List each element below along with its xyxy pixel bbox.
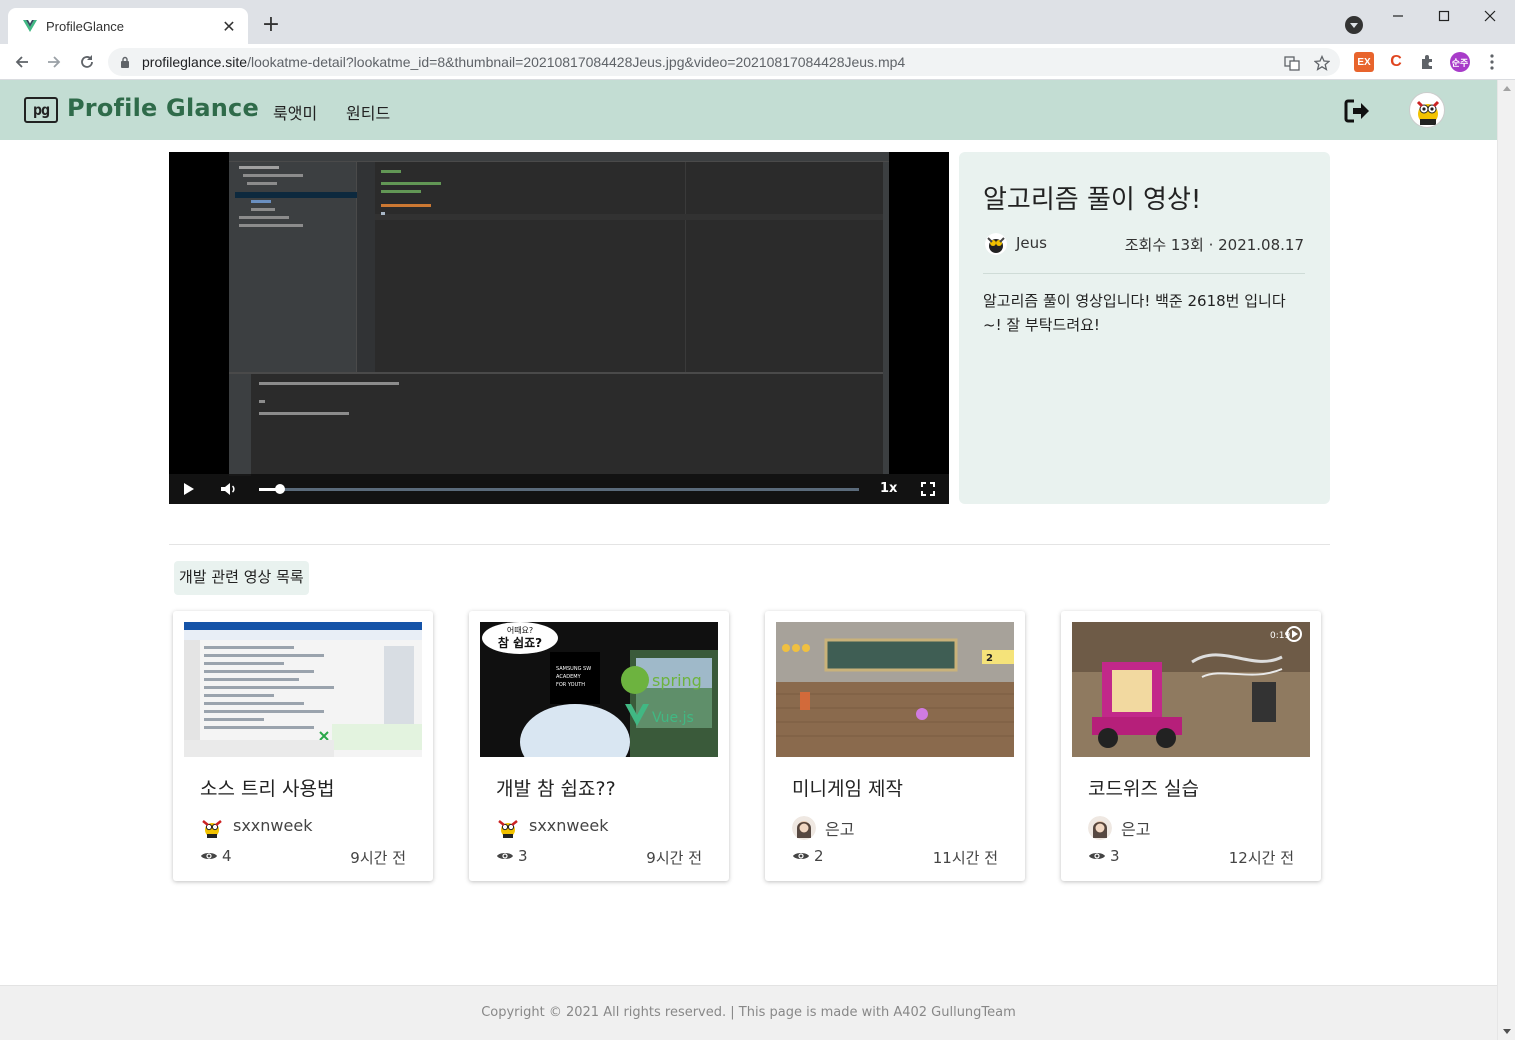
logo-text[interactable]: Profile Glance xyxy=(67,94,259,122)
logo-mark[interactable]: pg xyxy=(24,97,58,123)
video-card[interactable]: 2 미니게임 제작 은고 2 11시간 전 xyxy=(765,611,1025,881)
site-header: pg Profile Glance 룩앳미 원티드 xyxy=(0,80,1497,140)
card-author-avatar xyxy=(200,816,224,840)
forward-arrow-icon[interactable] xyxy=(42,50,66,74)
related-heading: 개발 관련 영상 목록 xyxy=(174,561,309,595)
extension-ex-icon[interactable]: EX xyxy=(1354,52,1374,72)
reload-icon[interactable] xyxy=(75,50,99,74)
star-icon[interactable] xyxy=(1314,55,1330,71)
footer-copyright: Copyright © 2021 All rights reserved. | … xyxy=(481,1005,1016,1020)
eye-icon xyxy=(1089,853,1105,859)
progress-bar[interactable] xyxy=(259,484,859,494)
eye-icon xyxy=(497,853,513,859)
tab-title: ProfileGlance xyxy=(46,18,125,34)
progress-handle[interactable] xyxy=(275,484,285,494)
page-scrollbar[interactable] xyxy=(1497,80,1515,1040)
video-card[interactable]: 소스 트리 사용법 sxxnweek 4 9시간 전 xyxy=(173,611,433,881)
nav-wanted[interactable]: 원티드 xyxy=(346,100,390,124)
card-time: 11시간 전 xyxy=(932,849,998,867)
card-views: 4 xyxy=(222,847,232,865)
video-title: 알고리즘 풀이 영상! xyxy=(983,185,1202,215)
video-thumbnail[interactable]: 2 xyxy=(776,622,1014,757)
new-tab-button[interactable]: + xyxy=(258,12,284,38)
svg-text:Vue.js: Vue.js xyxy=(652,710,694,726)
svg-text:ACADEMY: ACADEMY xyxy=(556,674,582,680)
address-bar[interactable]: profileglance.site/lookatme-detail?looka… xyxy=(108,48,1340,76)
author-avatar[interactable] xyxy=(985,233,1007,255)
nav-lookatme[interactable]: 룩앳미 xyxy=(273,100,317,124)
card-views: 2 xyxy=(814,847,824,865)
svg-text:어때요?: 어때요? xyxy=(507,625,533,635)
back-arrow-icon[interactable] xyxy=(10,50,34,74)
card-title[interactable]: 코드위즈 실습 xyxy=(1088,774,1199,801)
card-time: 9시간 전 xyxy=(646,849,702,867)
divider xyxy=(983,273,1305,274)
video-card[interactable]: 어때요? 참 쉽죠? SAMSUNG SW ACADEMY FOR YOUTH … xyxy=(469,611,729,881)
card-views: 3 xyxy=(518,847,528,865)
svg-text:2: 2 xyxy=(986,653,993,664)
scroll-down-icon[interactable] xyxy=(1503,1029,1511,1034)
eye-icon xyxy=(201,853,217,859)
browser-toolbar: profileglance.site/lookatme-detail?looka… xyxy=(0,44,1515,80)
profile-badge-icon[interactable]: 순주 xyxy=(1450,52,1470,72)
translate-icon[interactable] xyxy=(1284,55,1300,71)
card-views: 3 xyxy=(1110,847,1120,865)
close-window-button[interactable] xyxy=(1467,0,1513,32)
puzzle-icon[interactable] xyxy=(1418,52,1438,72)
video-info-panel: 알고리즘 풀이 영상! Jeus 조회수 13회 · 2021.08.17 알고… xyxy=(959,152,1330,504)
video-meta: 조회수 13회 · 2021.08.17 xyxy=(1124,236,1304,254)
user-avatar[interactable] xyxy=(1409,92,1445,128)
card-time: 12시간 전 xyxy=(1228,849,1294,867)
svg-text:SAMSUNG SW: SAMSUNG SW xyxy=(556,666,591,672)
url-text: profileglance.site/lookatme-detail?looka… xyxy=(142,54,906,70)
eye-icon xyxy=(793,853,809,859)
card-author-avatar xyxy=(792,816,816,840)
card-author: 은고 xyxy=(825,820,855,839)
svg-text:참 쉽죠?: 참 쉽죠? xyxy=(498,635,542,650)
card-author: sxxnweek xyxy=(529,816,609,835)
card-author: sxxnweek xyxy=(233,816,313,835)
logout-icon[interactable] xyxy=(1343,98,1371,124)
card-author: 은고 xyxy=(1121,820,1151,839)
author-name[interactable]: Jeus xyxy=(1016,234,1047,252)
card-author-avatar xyxy=(496,816,520,840)
video-controls: 1x xyxy=(169,474,949,504)
video-description: 알고리즘 풀이 영상입니다! 백준 2618번 입니다 ~! 잘 부탁드려요! xyxy=(983,292,1286,334)
card-title[interactable]: 소스 트리 사용법 xyxy=(200,774,334,801)
volume-icon[interactable] xyxy=(220,482,238,496)
play-icon[interactable] xyxy=(184,483,194,495)
scroll-up-icon[interactable] xyxy=(1503,86,1511,91)
card-time: 9시간 전 xyxy=(350,849,406,867)
card-title[interactable]: 개발 참 쉽죠?? xyxy=(496,774,616,801)
video-thumbnail[interactable]: 0:19 xyxy=(1072,622,1310,757)
svg-text:spring: spring xyxy=(652,671,702,690)
fullscreen-icon[interactable] xyxy=(921,482,935,496)
card-title[interactable]: 미니게임 제작 xyxy=(792,774,903,801)
minimize-button[interactable] xyxy=(1375,0,1421,32)
tab-close-icon[interactable]: ✕ xyxy=(220,17,238,36)
vue-favicon-icon xyxy=(23,20,37,32)
playback-speed-button[interactable]: 1x xyxy=(880,481,897,496)
video-player[interactable]: 1x xyxy=(169,152,949,504)
lock-icon xyxy=(121,56,129,68)
tab-search-icon[interactable] xyxy=(1345,16,1363,34)
video-thumbnail[interactable] xyxy=(184,622,422,757)
card-author-avatar xyxy=(1088,816,1112,840)
svg-text:FOR YOUTH: FOR YOUTH xyxy=(556,682,585,688)
video-frame xyxy=(229,152,889,476)
browser-tab-strip: ProfileGlance ✕ + xyxy=(0,0,1515,44)
extension-c-icon[interactable]: C xyxy=(1386,52,1406,72)
video-card[interactable]: 0:19 코드위즈 실습 은고 3 12시간 전 xyxy=(1061,611,1321,881)
maximize-button[interactable] xyxy=(1421,0,1467,32)
video-thumbnail[interactable]: 어때요? 참 쉽죠? SAMSUNG SW ACADEMY FOR YOUTH … xyxy=(480,622,718,757)
site-footer: Copyright © 2021 All rights reserved. | … xyxy=(0,985,1497,1040)
svg-text:0:19: 0:19 xyxy=(1270,631,1290,641)
browser-tab[interactable]: ProfileGlance ✕ xyxy=(8,8,248,44)
section-divider xyxy=(169,544,1330,545)
menu-dots-icon[interactable] xyxy=(1482,52,1502,72)
